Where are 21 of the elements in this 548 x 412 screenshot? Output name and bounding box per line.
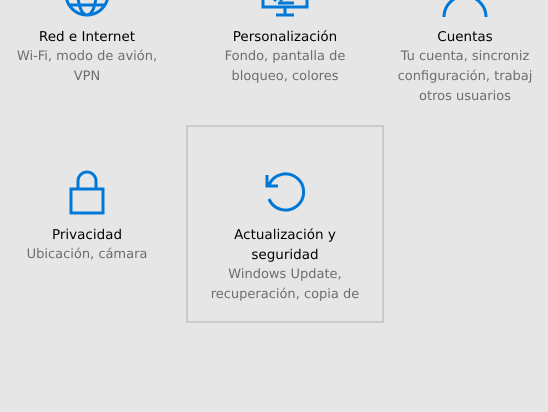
tile-title: seguridad bbox=[251, 246, 319, 265]
tile-description: VPN bbox=[74, 68, 100, 86]
tile-description: Tu cuenta, sincroniz bbox=[400, 48, 530, 66]
settings-tile[interactable]: Red e Internet Wi-Fi, modo de avión, VPN bbox=[0, 0, 186, 125]
tile-title: Personalización bbox=[232, 28, 338, 47]
tile-description: Ubicación, cámara bbox=[26, 246, 148, 264]
tile-description: Wi-Fi, modo de avión, bbox=[16, 48, 158, 66]
tile-description: Windows Update, bbox=[228, 266, 342, 284]
tile-description: recuperación, copia de bbox=[210, 286, 360, 304]
tile-description: otros usuarios bbox=[419, 88, 511, 106]
tile-description: Fondo, pantalla de bbox=[224, 48, 346, 66]
tile-title: Actualización y bbox=[234, 226, 336, 245]
tile-title: Red e Internet bbox=[38, 28, 136, 47]
tile-description: bloqueo, colores bbox=[231, 68, 339, 86]
settings-tile[interactable]: Personalización Fondo, pantalla de bloqueo, colores bbox=[186, 0, 384, 125]
settings-tile[interactable]: Privacidad Ubicación, cámara bbox=[0, 125, 186, 323]
tile-title: Privacidad bbox=[52, 226, 122, 245]
settings-tile[interactable]: Actualización y seguridad Windows Update, recuperación, copia de bbox=[186, 125, 384, 323]
tile-title: Cuentas bbox=[437, 28, 493, 47]
tile-description: configuración, trabaj bbox=[398, 68, 532, 86]
settings-tile[interactable]: Cuentas Tu cuenta, sincroniz configuración, trabaj otros usuarios bbox=[384, 0, 546, 125]
